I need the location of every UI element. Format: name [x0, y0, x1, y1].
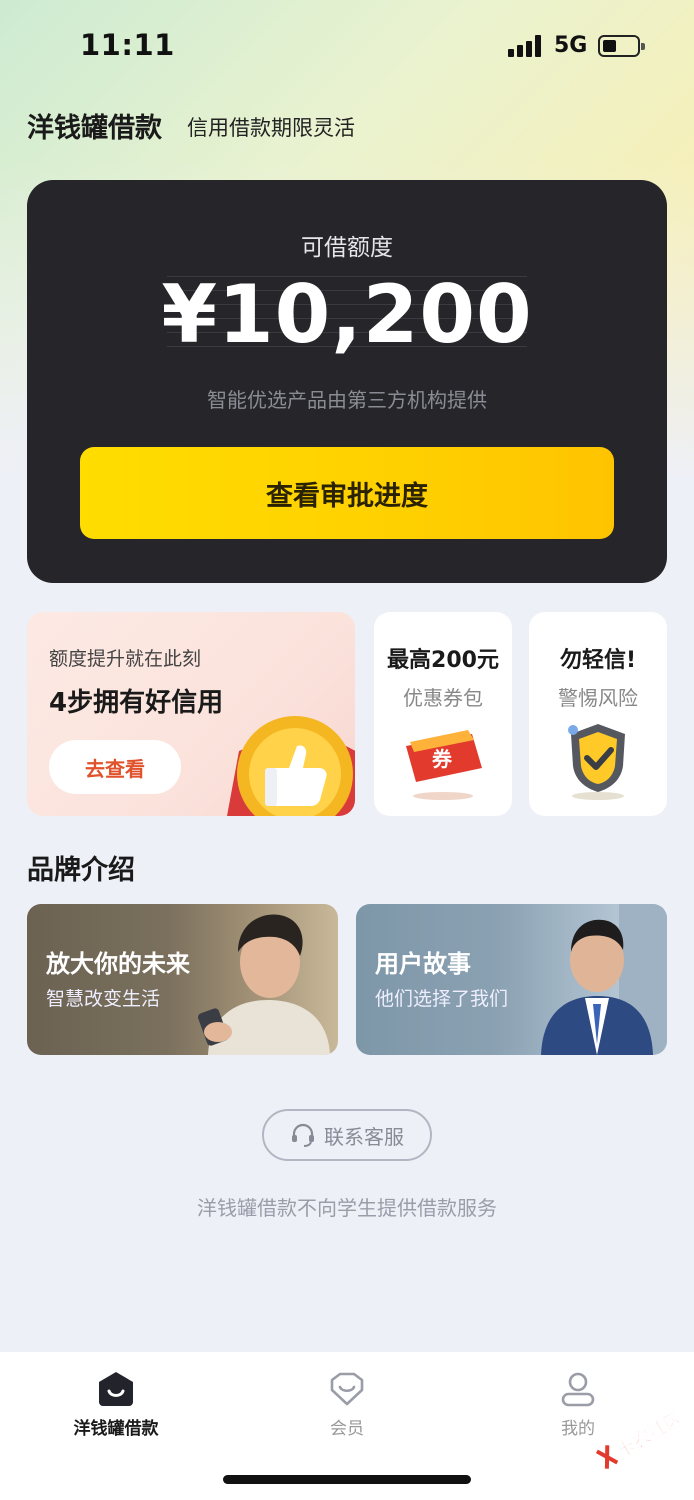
credit-limit-label: 可借额度: [301, 235, 393, 261]
coupon-title: 最高200元: [387, 648, 499, 673]
coupon-subtitle: 优惠券包: [403, 686, 483, 710]
tab-label: 洋钱罐借款: [73, 1419, 159, 1439]
thumbs-up-medal-icon: [227, 716, 355, 816]
brand-person-image: [197, 914, 330, 1055]
app-subtitle: 信用借款期限灵活: [187, 116, 355, 140]
brand-card-title: 放大你的未来: [46, 950, 190, 978]
credit-boost-promo[interactable]: 额度提升就在此刻 4步拥有好信用 去查看: [27, 612, 355, 816]
profile-icon: [561, 1372, 595, 1407]
brand-person-image: [541, 904, 667, 1055]
battery-icon: [598, 35, 645, 57]
student-disclaimer: 洋钱罐借款不向学生提供借款服务: [197, 1196, 497, 1220]
go-check-button[interactable]: 去查看: [49, 740, 181, 794]
promo-line2: 4步拥有好信用: [49, 688, 224, 718]
network-type: 5G: [554, 33, 588, 58]
brand-section-title: 品牌介绍: [27, 855, 135, 886]
shield-icon: [568, 724, 625, 800]
risk-warning-promo[interactable]: 勿轻信! 警惕风险: [529, 612, 667, 816]
credit-limit-note: 智能优选产品由第三方机构提供: [207, 388, 487, 412]
risk-subtitle: 警惕风险: [558, 686, 638, 710]
coupon-icon: 券: [406, 730, 482, 800]
brand-card-title: 用户故事: [375, 950, 471, 978]
member-icon: [330, 1372, 364, 1406]
home-indicator[interactable]: [223, 1475, 471, 1484]
coupon-pack-promo[interactable]: 最高200元 优惠券包 券: [374, 612, 512, 816]
risk-title: 勿轻信!: [559, 648, 637, 673]
home-icon: [99, 1372, 133, 1406]
app-title: 洋钱罐借款: [27, 113, 162, 144]
tab-label: 会员: [330, 1419, 364, 1439]
signal-icon: [508, 35, 542, 57]
tab-member[interactable]: 会员: [267, 1364, 427, 1444]
brand-card-future[interactable]: 放大你的未来 智慧改变生活: [27, 904, 338, 1055]
contact-support-label: 联系客服: [324, 1124, 404, 1149]
credit-limit-amount: ¥10,200: [161, 268, 533, 361]
status-time: 11:11: [80, 28, 175, 62]
contact-support-button[interactable]: 联系客服: [262, 1109, 432, 1161]
brand-card-stories[interactable]: 用户故事 他们选择了我们: [356, 904, 667, 1055]
tab-home[interactable]: 洋钱罐借款: [36, 1364, 196, 1444]
view-approval-progress-button[interactable]: 查看审批进度: [80, 447, 614, 539]
coupon-icon-text: 券: [431, 747, 453, 771]
brand-card-subtitle: 智慧改变生活: [46, 988, 161, 1010]
headset-icon: [292, 1123, 314, 1147]
credit-limit-card: 可借额度 ¥10,200 智能优选产品由第三方机构提供 查看审批进度: [27, 180, 667, 583]
promo-line1: 额度提升就在此刻: [49, 648, 202, 670]
brand-card-subtitle: 他们选择了我们: [375, 988, 509, 1010]
